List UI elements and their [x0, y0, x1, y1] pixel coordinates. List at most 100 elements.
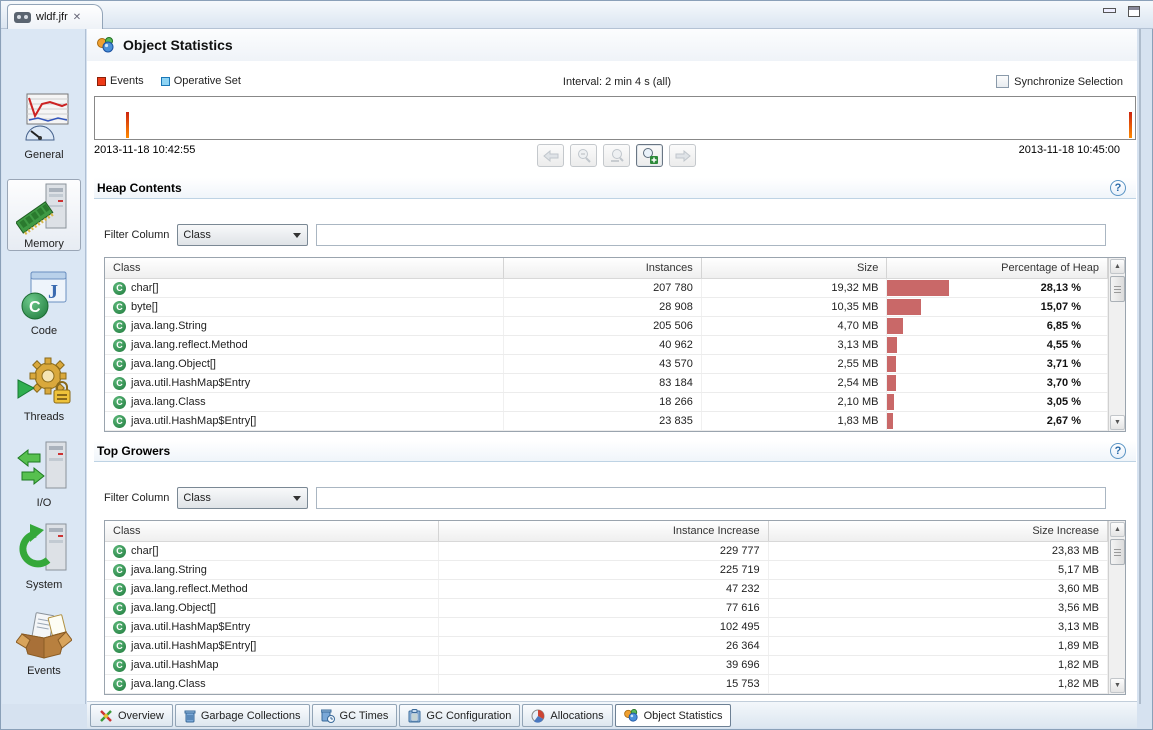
sidebar-item-system[interactable]: System: [2, 521, 86, 591]
percentage-label: 6,85 %: [1047, 320, 1081, 332]
column-header-instance-increase[interactable]: Instance Increase: [439, 521, 768, 541]
help-icon[interactable]: ?: [1110, 180, 1126, 196]
instances-cell: 205 506: [504, 317, 702, 335]
zoom-in-button[interactable]: [636, 144, 663, 167]
zoom-out-button[interactable]: [570, 144, 597, 167]
minimize-icon[interactable]: [1103, 8, 1116, 13]
zoom-fit-button[interactable]: [603, 144, 630, 167]
tab-label: GC Configuration: [426, 710, 511, 722]
tab-label: Allocations: [550, 710, 603, 722]
scroll-down-icon[interactable]: ▼: [1110, 678, 1125, 693]
growers-table-row[interactable]: Cjava.lang.Object[]77 6163,56 MB: [105, 599, 1108, 618]
percentage-cell: 3,71 %: [887, 355, 1108, 373]
help-icon[interactable]: ?: [1110, 443, 1126, 459]
tab-gc-configuration[interactable]: GC Configuration: [399, 704, 520, 727]
percentage-cell: 3,05 %: [887, 393, 1108, 411]
interval-label: Interval: 2 min 4 s (all): [97, 76, 1137, 88]
heap-filter-column-select[interactable]: Class: [177, 224, 308, 246]
instance-increase-cell: 102 495: [439, 618, 768, 636]
sidebar-item-label: Memory: [8, 238, 80, 250]
class-cell: Cjava.lang.Class: [105, 393, 504, 411]
size-cell: 19,32 MB: [702, 279, 888, 297]
back-arrow-button[interactable]: [537, 144, 564, 167]
sidebar-item-threads[interactable]: Threads: [2, 353, 86, 423]
column-header-class[interactable]: Class: [105, 521, 439, 541]
tab-garbage-collections[interactable]: Garbage Collections: [175, 704, 310, 727]
tab-object-statistics[interactable]: Object Statistics: [615, 704, 732, 727]
sidebar-item-code[interactable]: J C Code: [2, 267, 86, 337]
column-header-percentage-of-heap[interactable]: Percentage of Heap: [887, 258, 1108, 278]
tab-allocations[interactable]: Allocations: [522, 704, 612, 727]
editor-tab-wldf-jfr[interactable]: wldf.jfr ✕: [7, 4, 103, 29]
percentage-bar: [887, 394, 894, 410]
sidebar-item-general[interactable]: General: [2, 91, 86, 161]
percentage-bar: [887, 280, 949, 296]
scrollbar-thumb[interactable]: [1110, 539, 1125, 565]
heap-table-row[interactable]: Cjava.util.HashMap$Entry[]23 8351,83 MB2…: [105, 412, 1108, 431]
class-name: java.util.HashMap$Entry: [131, 377, 250, 389]
heap-table-scrollbar[interactable]: ▲ ▼: [1108, 258, 1125, 431]
percentage-cell: 4,55 %: [887, 336, 1108, 354]
heap-filter-row: Filter Column Class: [104, 224, 1106, 246]
timeline-start-time: 2013-11-18 10:42:55: [94, 144, 195, 156]
percentage-label: 2,67 %: [1047, 415, 1081, 427]
column-header-size[interactable]: Size: [702, 258, 888, 278]
maximize-icon[interactable]: [1128, 6, 1140, 17]
svg-text:J: J: [48, 281, 58, 303]
column-header-instances[interactable]: Instances: [504, 258, 702, 278]
percentage-bar: [887, 375, 895, 391]
heap-filter-column-value: Class: [183, 229, 211, 241]
column-header-class[interactable]: Class: [105, 258, 504, 278]
size-increase-cell: 1,82 MB: [769, 656, 1108, 674]
heap-table-row[interactable]: Cjava.lang.Object[]43 5702,55 MB3,71 %: [105, 355, 1108, 374]
forward-arrow-button[interactable]: [669, 144, 696, 167]
growers-table-row[interactable]: Cjava.util.HashMap$Entry102 4953,13 MB: [105, 618, 1108, 637]
close-icon[interactable]: ✕: [73, 12, 81, 23]
growers-table-row[interactable]: Cchar[]229 77723,83 MB: [105, 542, 1108, 561]
scrollbar-thumb[interactable]: [1110, 276, 1125, 302]
heap-table-row[interactable]: Cjava.util.HashMap$Entry83 1842,54 MB3,7…: [105, 374, 1108, 393]
growers-table-row[interactable]: Cjava.util.HashMap39 6961,82 MB: [105, 656, 1108, 675]
instance-increase-cell: 15 753: [439, 675, 768, 693]
filter-column-label: Filter Column: [104, 492, 169, 504]
growers-table-row[interactable]: Cjava.lang.Class15 7531,82 MB: [105, 675, 1108, 694]
scroll-up-icon[interactable]: ▲: [1110, 522, 1125, 537]
class-cell: Cjava.lang.String: [105, 317, 504, 335]
instances-cell: 28 908: [504, 298, 702, 316]
class-cell: Cchar[]: [105, 279, 504, 297]
scroll-down-icon[interactable]: ▼: [1110, 415, 1125, 430]
growers-table-row[interactable]: Cjava.util.HashMap$Entry[]26 3641,89 MB: [105, 637, 1108, 656]
tab-gc-times[interactable]: GC Times: [312, 704, 398, 727]
sidebar-item-events[interactable]: Events: [2, 607, 86, 677]
growers-filter-input[interactable]: [316, 487, 1106, 509]
growers-table-row[interactable]: Cjava.lang.String225 7195,17 MB: [105, 561, 1108, 580]
sidebar-item-io[interactable]: I/O: [2, 439, 86, 509]
heap-table-row[interactable]: Cjava.lang.String205 5064,70 MB6,85 %: [105, 317, 1108, 336]
timeline-strip[interactable]: [94, 96, 1136, 140]
sidebar-item-label: System: [2, 579, 86, 591]
heap-filter-input[interactable]: [316, 224, 1106, 246]
growers-table-scrollbar[interactable]: ▲ ▼: [1108, 521, 1125, 694]
column-header-size-increase[interactable]: Size Increase: [769, 521, 1108, 541]
size-increase-cell: 1,82 MB: [769, 675, 1108, 693]
heap-table-row[interactable]: Cjava.lang.Class18 2662,10 MB3,05 %: [105, 393, 1108, 412]
object-statistics-icon: [624, 709, 639, 722]
synchronize-selection-checkbox[interactable]: [996, 75, 1009, 88]
class-cell: Cjava.lang.Object[]: [105, 355, 504, 373]
top-growers-title: Top Growers: [94, 444, 170, 458]
top-growers-table: Class Instance Increase Size Increase ▲ …: [104, 520, 1126, 695]
growers-filter-column-select[interactable]: Class: [177, 487, 308, 509]
instance-increase-cell: 77 616: [439, 599, 768, 617]
percentage-label: 3,71 %: [1047, 358, 1081, 370]
sidebar-item-label: Threads: [2, 411, 86, 423]
heap-table-row[interactable]: Cbyte[]28 90810,35 MB15,07 %: [105, 298, 1108, 317]
tab-overview[interactable]: Overview: [90, 704, 173, 727]
general-gauge-chart-icon: [2, 91, 86, 147]
sidebar-item-memory[interactable]: Memory: [7, 179, 81, 251]
scroll-up-icon[interactable]: ▲: [1110, 259, 1125, 274]
heap-table-row[interactable]: Cjava.lang.reflect.Method40 9623,13 MB4,…: [105, 336, 1108, 355]
class-name: java.util.HashMap$Entry[]: [131, 640, 256, 652]
heap-table-row[interactable]: Cchar[]207 78019,32 MB28,13 %: [105, 279, 1108, 298]
instances-cell: 43 570: [504, 355, 702, 373]
growers-table-row[interactable]: Cjava.lang.reflect.Method47 2323,60 MB: [105, 580, 1108, 599]
